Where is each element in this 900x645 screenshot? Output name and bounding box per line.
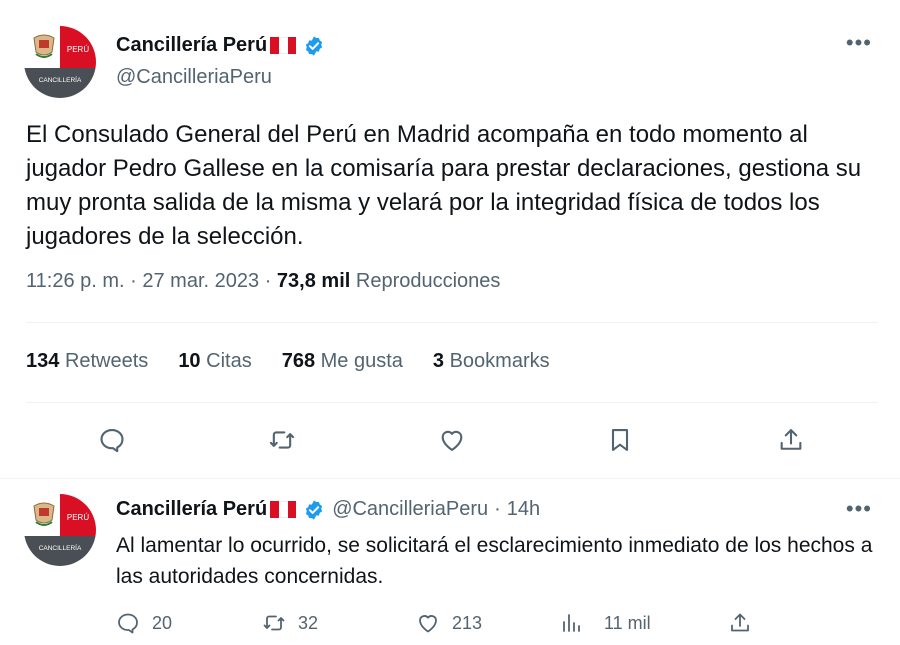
stat-label: Citas — [206, 350, 252, 372]
peru-flag-icon — [270, 37, 297, 54]
reply-icon — [100, 429, 124, 453]
meta-separator: · — [264, 270, 272, 292]
stat-quotes[interactable]: 10 Citas — [178, 350, 251, 373]
stat-count: 3 — [432, 350, 445, 372]
tweet-stats: 134 Retweets 10 Citas 768 Me gusta 3 Boo… — [26, 350, 580, 373]
reply-author-row: Cancillería Perú @CancilleriaPeru · 14h — [116, 498, 540, 521]
reply-count: 20 — [152, 612, 173, 633]
svg-text:PERÚ: PERÚ — [67, 513, 89, 522]
svg-text:PERÚ: PERÚ — [67, 45, 89, 54]
tweet-meta: 11:26 p. m. · 27 mar. 2023 · 73,8 mil Re… — [26, 270, 500, 293]
reply-retweet-button[interactable]: 32 — [262, 608, 318, 638]
stat-count: 10 — [178, 350, 201, 372]
retweet-icon — [269, 431, 295, 449]
like-icon — [419, 615, 437, 633]
share-icon — [780, 429, 802, 450]
reply-avatar[interactable]: PERÚ CANCILLERÍA — [24, 494, 96, 566]
stat-retweets[interactable]: 134 Retweets — [26, 350, 148, 373]
reply-more-options-icon[interactable]: ••• — [846, 496, 872, 522]
stat-bookmarks[interactable]: 3 Bookmarks — [433, 350, 550, 373]
reply-handle[interactable]: @CancilleriaPeru — [332, 498, 488, 521]
tweet-action-bar — [0, 420, 900, 460]
svg-text:CANCILLERÍA: CANCILLERÍA — [39, 75, 82, 84]
author-handle[interactable]: @CancilleriaPeru — [116, 66, 272, 89]
svg-text:CANCILLERÍA: CANCILLERÍA — [39, 543, 82, 552]
reply-views-button[interactable]: 11 mil — [560, 608, 651, 638]
views-count: 11 mil — [604, 612, 651, 633]
share-button[interactable] — [771, 420, 811, 460]
stat-likes[interactable]: 768 Me gusta — [282, 350, 403, 373]
reply-reply-button[interactable]: 20 — [116, 608, 172, 638]
stat-label: Me gusta — [320, 350, 403, 372]
views-icon — [563, 614, 580, 632]
tweet-date[interactable]: 27 mar. 2023 — [142, 270, 259, 292]
like-count: 213 — [452, 612, 483, 633]
reply-action-bar: 20 32 213 11 mil — [0, 608, 900, 638]
meta-separator: · — [130, 270, 137, 292]
peru-flag-icon — [270, 501, 297, 518]
avatar[interactable]: PERÚ CANCILLERÍA — [24, 26, 96, 98]
stat-label: Retweets — [64, 350, 149, 372]
divider — [0, 478, 900, 479]
retweet-count: 32 — [298, 612, 319, 633]
reply-like-button[interactable]: 213 — [416, 608, 482, 638]
reply-text: Al lamentar lo ocurrido, se solicitará e… — [116, 534, 873, 588]
reply-time[interactable]: 14h — [507, 498, 540, 521]
divider — [26, 402, 878, 403]
coat-of-arms-icon — [33, 502, 55, 526]
share-icon — [731, 613, 749, 632]
author-name-row[interactable]: Cancillería Perú — [116, 34, 325, 57]
coat-of-arms-icon — [33, 34, 55, 58]
stat-count: 768 — [281, 350, 316, 372]
tweet-text: El Consulado General del Perú en Madrid … — [26, 121, 862, 250]
reply-display-name[interactable]: Cancillería Perú — [116, 498, 267, 521]
reply-button[interactable] — [92, 420, 132, 460]
reply-separator: · — [494, 498, 501, 520]
bookmark-icon — [611, 429, 629, 451]
retweet-icon — [263, 615, 285, 631]
views-count: 73,8 mil — [276, 270, 351, 292]
reply-icon — [118, 613, 138, 634]
views-label: Reproducciones — [355, 270, 501, 292]
stat-count: 134 — [26, 350, 60, 372]
more-options-icon[interactable]: ••• — [846, 30, 872, 56]
bookmark-button[interactable] — [600, 420, 640, 460]
verified-badge-icon — [306, 499, 323, 520]
reply-share-button[interactable] — [728, 608, 752, 638]
like-button[interactable] — [432, 420, 472, 460]
tweet-time[interactable]: 11:26 p. m. — [26, 270, 125, 292]
display-name[interactable]: Cancillería Perú — [116, 34, 267, 57]
stat-label: Bookmarks — [449, 350, 550, 372]
retweet-button[interactable] — [262, 420, 302, 460]
verified-badge-icon — [306, 35, 323, 56]
like-icon — [441, 430, 463, 451]
divider — [26, 322, 878, 323]
